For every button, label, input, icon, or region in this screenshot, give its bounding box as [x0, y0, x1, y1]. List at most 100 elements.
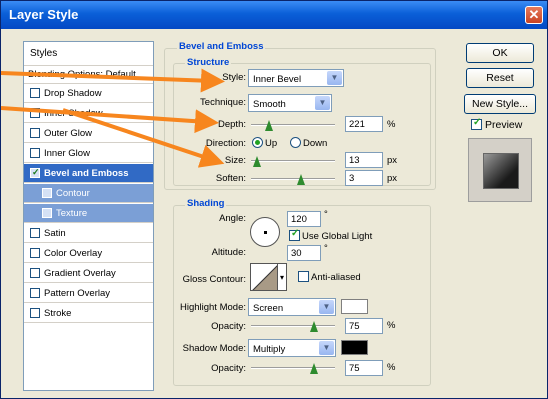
style-item-texture[interactable]: Texture	[24, 204, 153, 223]
gloss-contour-dropdown[interactable]: ▾	[277, 263, 287, 291]
style-item-checkbox[interactable]	[30, 148, 40, 158]
style-value: Inner Bevel	[253, 74, 302, 85]
style-item-checkbox[interactable]	[30, 108, 40, 118]
soften-slider-thumb[interactable]	[297, 174, 306, 185]
chevron-down-icon: ▼	[315, 96, 330, 110]
style-item-pattern-overlay[interactable]: Pattern Overlay	[24, 284, 153, 303]
style-item-label: Drop Shadow	[44, 88, 102, 99]
style-item-checkbox[interactable]	[30, 268, 40, 278]
style-item-label: Color Overlay	[44, 248, 103, 259]
highlight-mode-value: Screen	[253, 303, 284, 314]
technique-select[interactable]: Smooth ▼	[248, 94, 332, 112]
soften-input[interactable]: 3	[345, 170, 383, 186]
direction-up-label: Up	[265, 138, 278, 149]
style-item-label: Pattern Overlay	[44, 288, 110, 299]
close-icon[interactable]: ✕	[525, 6, 543, 24]
reset-button[interactable]: Reset	[466, 68, 534, 88]
style-item-checkbox[interactable]	[42, 208, 52, 218]
blending-options-item[interactable]: Blending Options: Default	[24, 66, 153, 84]
technique-label: Technique:	[200, 97, 246, 108]
preview-checkbox[interactable]	[471, 117, 482, 130]
shadow-color-swatch[interactable]	[341, 340, 368, 355]
depth-unit: %	[387, 119, 396, 130]
highlight-opacity-slider[interactable]	[251, 325, 335, 327]
style-item-checkbox[interactable]	[30, 248, 40, 258]
style-item-outer-glow[interactable]: Outer Glow	[24, 124, 153, 143]
depth-input[interactable]: 221	[345, 116, 383, 132]
checkmark-icon: ✓	[32, 167, 40, 177]
shadow-opacity-slider[interactable]	[251, 367, 335, 369]
style-item-checkbox[interactable]	[30, 228, 40, 238]
style-item-gradient-overlay[interactable]: Gradient Overlay	[24, 264, 153, 283]
highlight-color-swatch[interactable]	[341, 299, 368, 314]
new-style-button[interactable]: New Style...	[464, 94, 536, 114]
soften-slider[interactable]	[251, 178, 335, 180]
shadow-opacity-unit: %	[387, 362, 396, 373]
layer-style-dialog: Layer Style ✕ Styles Blending Options: D…	[0, 0, 548, 399]
highlight-opacity-thumb[interactable]	[310, 321, 319, 332]
style-item-satin[interactable]: Satin	[24, 224, 153, 243]
style-item-contour[interactable]: Contour	[24, 184, 153, 203]
shadow-mode-select[interactable]: Multiply ▼	[248, 339, 336, 357]
ok-button[interactable]: OK	[466, 43, 534, 63]
style-item-label: Bevel and Emboss	[44, 168, 129, 179]
style-item-stroke[interactable]: Stroke	[24, 304, 153, 323]
style-item-color-overlay[interactable]: Color Overlay	[24, 244, 153, 263]
preview-swatch	[483, 153, 519, 189]
style-label: Style:	[222, 72, 246, 83]
gloss-contour-picker[interactable]	[250, 263, 278, 291]
style-item-checkbox[interactable]	[30, 308, 40, 318]
shadow-opacity-input[interactable]: 75	[345, 360, 383, 376]
direction-down-label: Down	[303, 138, 328, 149]
use-global-light-checkbox[interactable]	[289, 228, 300, 241]
altitude-input[interactable]: 30	[287, 245, 321, 261]
highlight-mode-label: Highlight Mode:	[179, 302, 246, 313]
style-item-label: Gradient Overlay	[44, 268, 116, 279]
size-slider[interactable]	[251, 160, 335, 162]
anti-aliased-checkbox[interactable]	[298, 271, 309, 282]
direction-label: Direction:	[205, 138, 246, 149]
style-item-checkbox[interactable]	[30, 88, 40, 98]
depth-label: Depth:	[218, 119, 246, 130]
shadow-mode-label: Shadow Mode:	[182, 343, 246, 354]
highlight-opacity-unit: %	[387, 320, 396, 331]
style-item-checkbox[interactable]	[30, 288, 40, 298]
structure-title: Structure	[185, 57, 232, 68]
chevron-down-icon: ▼	[319, 300, 334, 314]
highlight-opacity-label: Opacity:	[211, 321, 246, 332]
size-input[interactable]: 13	[345, 152, 383, 168]
style-item-label: Satin	[44, 228, 66, 239]
angle-dial[interactable]	[250, 217, 280, 247]
style-item-inner-glow[interactable]: Inner Glow	[24, 144, 153, 163]
style-item-checkbox[interactable]: ✓	[30, 167, 40, 178]
angle-input[interactable]: 120	[287, 211, 321, 227]
shadow-opacity-thumb[interactable]	[310, 363, 319, 374]
chevron-down-icon: ▼	[319, 341, 334, 355]
style-item-drop-shadow[interactable]: Drop Shadow	[24, 84, 153, 103]
size-slider-thumb[interactable]	[252, 156, 262, 167]
gloss-contour-label: Gloss Contour:	[182, 274, 246, 285]
style-item-inner-shadow[interactable]: Inner Shadow	[24, 104, 153, 123]
anti-aliased-label: Anti-aliased	[311, 272, 361, 283]
styles-header[interactable]: Styles	[24, 42, 153, 66]
shadow-mode-value: Multiply	[253, 344, 286, 355]
use-global-light-label: Use Global Light	[302, 231, 373, 242]
style-item-bevel-and-emboss[interactable]: ✓ Bevel and Emboss	[24, 164, 153, 183]
chevron-down-icon: ▼	[327, 71, 342, 85]
style-select[interactable]: Inner Bevel ▼	[248, 69, 344, 87]
altitude-label: Altitude:	[211, 247, 246, 258]
highlight-opacity-input[interactable]: 75	[345, 318, 383, 334]
direction-up-radio[interactable]	[252, 137, 263, 148]
highlight-mode-select[interactable]: Screen ▼	[248, 298, 336, 316]
size-unit: px	[387, 155, 398, 166]
direction-down-radio[interactable]	[290, 137, 301, 148]
depth-slider[interactable]	[251, 124, 335, 126]
shadow-opacity-label: Opacity:	[211, 363, 246, 374]
style-item-label: Inner Shadow	[44, 108, 103, 119]
depth-slider-thumb[interactable]	[265, 120, 274, 131]
blending-options-label: Blending Options: Default	[28, 69, 136, 80]
style-item-checkbox[interactable]	[42, 188, 52, 198]
style-item-checkbox[interactable]	[30, 128, 40, 138]
angle-unit: °	[324, 209, 328, 220]
angle-dial-center	[264, 231, 267, 234]
